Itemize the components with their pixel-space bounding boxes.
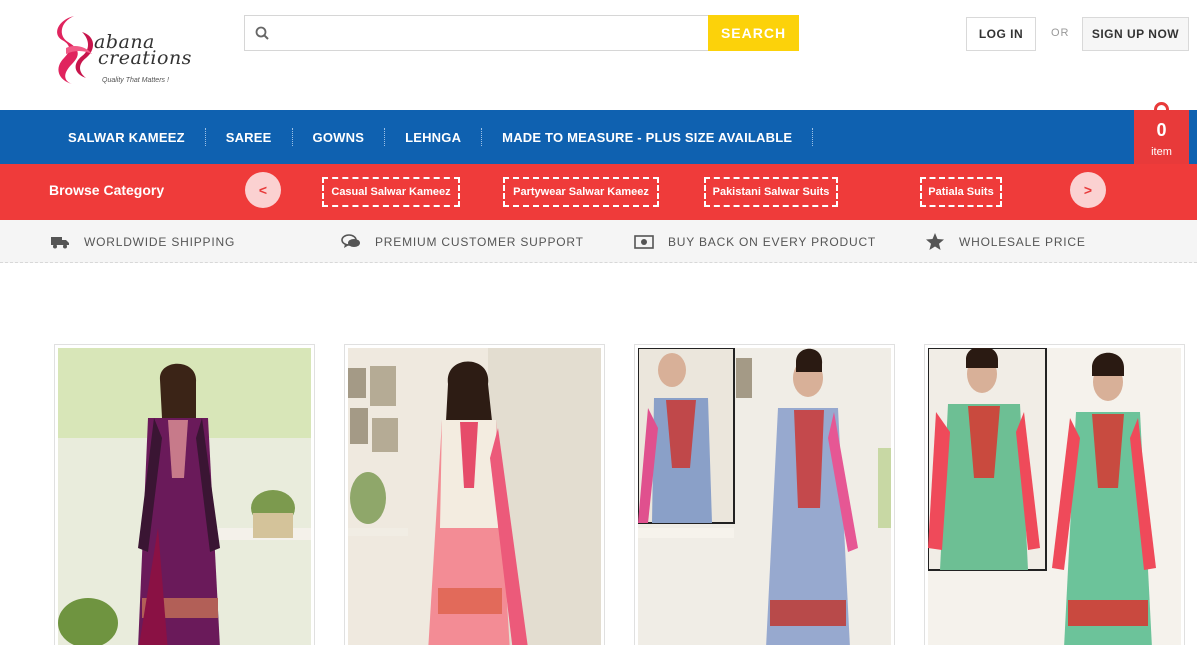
star-icon	[925, 233, 945, 250]
product-image[interactable]	[58, 348, 311, 645]
nav-link-lehnga[interactable]: LEHNGA	[385, 130, 481, 145]
feature-worldwide-shipping: WORLDWIDE SHIPPING	[50, 220, 235, 263]
nav-item-saree: SAREE	[206, 110, 293, 164]
chat-icon	[341, 233, 361, 250]
money-icon	[634, 234, 654, 250]
feature-label: PREMIUM CUSTOMER SUPPORT	[375, 234, 584, 249]
product-image[interactable]	[638, 348, 891, 645]
main-navigation: SALWAR KAMEEZ SAREE GOWNS LEHNGA MADE TO…	[0, 110, 1197, 164]
nav-divider	[812, 128, 814, 146]
feature-label: WORLDWIDE SHIPPING	[84, 234, 236, 249]
nav-item-salwar-kameez: SALWAR KAMEEZ	[48, 110, 206, 164]
search-input[interactable]	[279, 18, 699, 48]
product-image[interactable]	[348, 348, 601, 645]
cart-label: item	[1151, 146, 1172, 158]
product-card[interactable]	[344, 344, 605, 645]
feature-label: WHOLESALE PRICE	[959, 234, 1086, 249]
nav-link-gowns[interactable]: GOWNS	[293, 130, 385, 145]
features-strip: WORLDWIDE SHIPPING PREMIUM CUSTOMER SUPP…	[0, 220, 1197, 263]
search-bar: SEARCH	[244, 15, 799, 51]
category-chip-pakistani-salwar-suits[interactable]: Pakistani Salwar Suits	[704, 177, 838, 207]
truck-icon	[50, 234, 70, 250]
site-logo[interactable]: abana creations Quality That Matters !	[52, 14, 202, 90]
category-bar: Browse Category < Casual Salwar Kameez P…	[0, 164, 1197, 220]
or-separator: OR	[1051, 27, 1070, 39]
feature-premium-support: PREMIUM CUSTOMER SUPPORT	[341, 220, 584, 263]
cart-button[interactable]: 0 item	[1134, 102, 1189, 164]
signup-button[interactable]: SIGN UP NOW	[1082, 17, 1189, 51]
category-chip-partywear-salwar-kameez[interactable]: Partywear Salwar Kameez	[503, 177, 659, 207]
category-next-button[interactable]: >	[1070, 172, 1106, 208]
feature-wholesale-price: WHOLESALE PRICE	[925, 220, 1086, 263]
category-prev-button[interactable]: <	[245, 172, 281, 208]
search-button[interactable]: SEARCH	[708, 15, 799, 51]
feature-buy-back: BUY BACK ON EVERY PRODUCT	[634, 220, 876, 263]
search-field[interactable]	[244, 15, 709, 51]
login-button[interactable]: LOG IN	[966, 17, 1036, 51]
logo-line-2: creations	[98, 47, 192, 69]
feature-label: BUY BACK ON EVERY PRODUCT	[668, 234, 877, 249]
nav-item-gowns: GOWNS	[293, 110, 386, 164]
category-chip-patiala-suits[interactable]: Patiala Suits	[920, 177, 1002, 207]
category-chip-casual-salwar-kameez[interactable]: Casual Salwar Kameez	[322, 177, 460, 207]
nav-item-lehnga: LEHNGA	[385, 110, 483, 164]
cart-bag-icon	[1154, 102, 1169, 116]
logo-text: abana creations	[94, 33, 192, 69]
nav-link-salwar-kameez[interactable]: SALWAR KAMEEZ	[48, 130, 205, 145]
nav-link-made-to-measure[interactable]: MADE TO MEASURE - PLUS SIZE AVAILABLE	[482, 130, 812, 145]
nav-link-saree[interactable]: SAREE	[206, 130, 292, 145]
cart-count: 0	[1156, 120, 1167, 140]
site-header: abana creations Quality That Matters ! S…	[0, 0, 1197, 110]
product-card[interactable]	[54, 344, 315, 645]
logo-tagline: Quality That Matters !	[102, 77, 169, 84]
browse-category-title: Browse Category	[49, 182, 165, 198]
product-card[interactable]	[924, 344, 1185, 645]
product-card[interactable]	[634, 344, 895, 645]
product-image[interactable]	[928, 348, 1181, 645]
nav-item-made-to-measure: MADE TO MEASURE - PLUS SIZE AVAILABLE	[482, 110, 814, 164]
search-icon	[255, 26, 269, 40]
